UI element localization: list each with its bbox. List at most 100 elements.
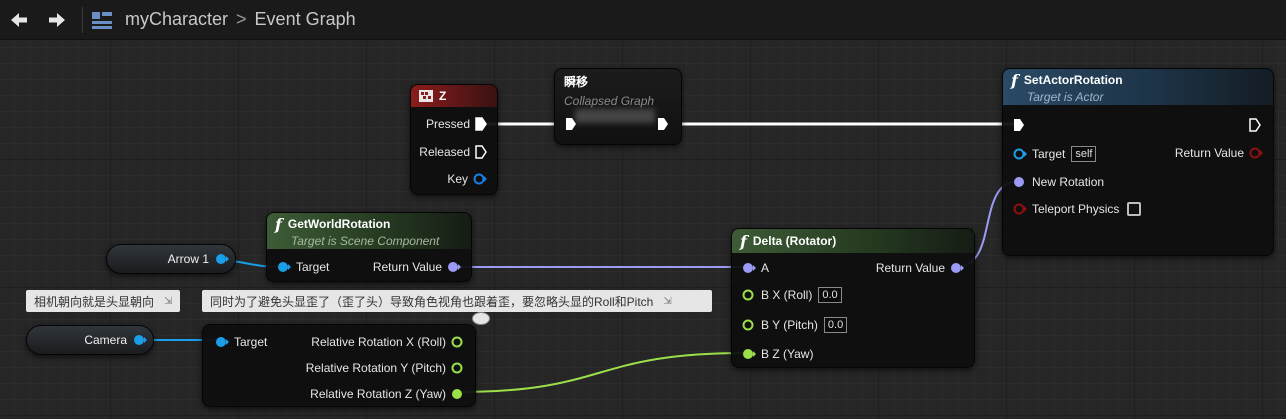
key-pin-label: Key bbox=[447, 172, 468, 186]
get-world-rotation-header: f GetWorldRotation Target is Scene Compo… bbox=[267, 213, 471, 249]
camera-variable-node[interactable]: Camera bbox=[26, 325, 154, 355]
pin-comment-icon[interactable]: ⇲ bbox=[663, 296, 671, 307]
z-event-header: Z bbox=[411, 85, 497, 107]
exec-pin-set-out[interactable] bbox=[1249, 118, 1261, 132]
rotator-pin-gwr-return[interactable] bbox=[447, 261, 461, 273]
comment-toggle-icon[interactable] bbox=[472, 312, 490, 325]
z-key-event-node[interactable]: Z Pressed Released Key bbox=[410, 84, 498, 195]
rr-z-label: Relative Rotation Z (Yaw) bbox=[310, 387, 446, 401]
object-pin-arrow-out[interactable] bbox=[215, 253, 229, 265]
get-world-rotation-title: GetWorldRotation bbox=[287, 217, 391, 231]
object-pin-rr-target[interactable] bbox=[215, 336, 229, 348]
rotator-pin-delta-return[interactable] bbox=[950, 262, 964, 274]
get-world-rotation-subtitle: Target is Scene Component bbox=[291, 233, 440, 248]
delta-a-label: A bbox=[761, 261, 770, 275]
keyboard-icon bbox=[419, 90, 433, 102]
z-event-title: Z bbox=[439, 89, 447, 103]
exec-pin-released[interactable] bbox=[475, 145, 487, 159]
toolbar-separator bbox=[82, 6, 83, 33]
released-pin-label: Released bbox=[419, 145, 470, 159]
bool-pin-set-return[interactable] bbox=[1249, 147, 1263, 159]
float-pin-rr-z[interactable] bbox=[451, 388, 465, 400]
float-pin-bz[interactable] bbox=[742, 348, 756, 360]
arrow-variable-node[interactable]: Arrow 1 bbox=[106, 244, 236, 274]
delta-a-pin-row: A bbox=[742, 261, 769, 275]
set-actor-rotation-subtitle: Target is Actor bbox=[1027, 89, 1104, 104]
rr-target-label: Target bbox=[234, 335, 268, 349]
float-pin-rr-x[interactable] bbox=[451, 336, 465, 348]
rr-target-pin-row: Target bbox=[215, 335, 267, 349]
rr-y-pin-row: Relative Rotation Y (Pitch) bbox=[306, 361, 465, 375]
delta-bz-label: B Z (Yaw) bbox=[761, 347, 814, 361]
set-actor-rotation-node[interactable]: f SetActorRotation Target is Actor Targe… bbox=[1002, 68, 1274, 256]
blueprint-icon bbox=[92, 11, 112, 29]
exec-pin-pressed[interactable] bbox=[475, 117, 487, 131]
back-button[interactable] bbox=[0, 1, 38, 39]
arrow-variable-label: Arrow 1 bbox=[167, 252, 209, 266]
delta-return-label: Return Value bbox=[875, 261, 945, 275]
delta-rotator-header: f Delta (Rotator) bbox=[732, 229, 974, 253]
rr-x-label: Relative Rotation X (Roll) bbox=[311, 335, 446, 349]
rotator-pin-new-rotation[interactable] bbox=[1013, 176, 1027, 188]
float-pin-by[interactable] bbox=[742, 319, 756, 331]
rotation-comment-text: 同时为了避免头显歪了（歪了头）导致角色视角也跟着歪，要忽略头显的Roll和Pit… bbox=[210, 294, 654, 309]
graph-toolbar: myCharacter > Event Graph bbox=[0, 0, 1286, 40]
set-target-pin-row: Target self bbox=[1013, 146, 1097, 162]
bx-value-input[interactable]: 0.0 bbox=[818, 287, 842, 303]
get-world-rotation-node[interactable]: f GetWorldRotation Target is Scene Compo… bbox=[266, 212, 472, 282]
float-pin-bx[interactable] bbox=[742, 289, 756, 301]
rotator-pin-a[interactable] bbox=[742, 262, 756, 274]
teleport-pin-row: Teleport Physics bbox=[1013, 202, 1142, 216]
forward-button[interactable] bbox=[38, 1, 76, 39]
collapsed-graph-node[interactable]: 瞬移 Collapsed Graph bbox=[554, 68, 682, 145]
new-rotation-pin-row: New Rotation bbox=[1013, 175, 1104, 189]
set-return-pin-row: Return Value bbox=[1175, 146, 1263, 160]
function-icon: f bbox=[740, 231, 747, 251]
breadcrumb-separator: > bbox=[236, 9, 247, 29]
forward-arrow-icon bbox=[49, 12, 65, 27]
collapsed-graph-subtitle: Collapsed Graph bbox=[564, 94, 655, 108]
blurred-region bbox=[575, 109, 655, 123]
struct-pin-key[interactable] bbox=[473, 173, 487, 185]
gwr-return-pin-row: Return Value bbox=[373, 260, 461, 274]
exec-pin-collapsed-out[interactable] bbox=[657, 117, 669, 131]
relative-rotation-node[interactable]: Target Relative Rotation X (Roll) Relati… bbox=[202, 324, 476, 407]
collapsed-graph-title: 瞬移 bbox=[564, 75, 589, 89]
delta-bx-pin-row: B X (Roll) 0.0 bbox=[742, 287, 842, 303]
delta-return-pin-row: Return Value bbox=[876, 261, 964, 275]
camera-comment-text: 相机朝向就是头显朝向 bbox=[34, 294, 155, 309]
gwr-target-pin-row: Target bbox=[277, 260, 329, 274]
object-pin-camera-out[interactable] bbox=[133, 334, 147, 346]
exec-pin-collapsed-in[interactable] bbox=[565, 117, 577, 131]
by-value-input[interactable]: 0.0 bbox=[823, 317, 848, 333]
breadcrumb-blueprint[interactable]: myCharacter bbox=[125, 9, 228, 30]
pin-comment-icon[interactable]: ⇲ bbox=[164, 296, 172, 307]
graph-canvas[interactable]: Z Pressed Released Key 瞬移 Collapsed Grap… bbox=[0, 41, 1286, 419]
bool-pin-teleport[interactable] bbox=[1013, 203, 1027, 215]
key-pin-row: Key bbox=[447, 172, 487, 186]
camera-variable-label: Camera bbox=[84, 333, 127, 347]
pressed-pin-row: Pressed bbox=[426, 117, 487, 131]
rr-y-label: Relative Rotation Y (Pitch) bbox=[305, 361, 446, 375]
breadcrumb-graph[interactable]: Event Graph bbox=[255, 9, 356, 30]
teleport-physics-checkbox[interactable] bbox=[1127, 202, 1142, 216]
delta-bx-label: B X (Roll) bbox=[761, 288, 813, 302]
rr-z-pin-row: Relative Rotation Z (Yaw) bbox=[310, 387, 465, 401]
gwr-target-label: Target bbox=[296, 260, 330, 274]
exec-pin-set-in[interactable] bbox=[1013, 118, 1025, 132]
set-actor-rotation-header: f SetActorRotation Target is Actor bbox=[1003, 69, 1273, 105]
delta-rotator-title: Delta (Rotator) bbox=[752, 234, 837, 248]
delta-by-label: B Y (Pitch) bbox=[761, 318, 818, 332]
function-icon: f bbox=[1011, 70, 1018, 90]
function-icon: f bbox=[275, 214, 282, 234]
float-pin-rr-y[interactable] bbox=[451, 362, 465, 374]
delta-by-pin-row: B Y (Pitch) 0.0 bbox=[742, 317, 848, 333]
camera-comment-bubble[interactable]: 相机朝向就是头显朝向 ⇲ bbox=[26, 290, 181, 312]
set-actor-rotation-title: SetActorRotation bbox=[1023, 73, 1123, 87]
back-arrow-icon bbox=[11, 12, 27, 27]
object-pin-gwr-target[interactable] bbox=[277, 261, 291, 273]
object-pin-set-target[interactable] bbox=[1013, 148, 1027, 160]
rotation-comment-bubble[interactable]: 同时为了避免头显歪了（歪了头）导致角色视角也跟着歪，要忽略头显的Roll和Pit… bbox=[202, 290, 712, 312]
delta-rotator-node[interactable]: f Delta (Rotator) A Return Value B X (Ro… bbox=[731, 228, 975, 368]
new-rotation-label: New Rotation bbox=[1032, 175, 1105, 189]
